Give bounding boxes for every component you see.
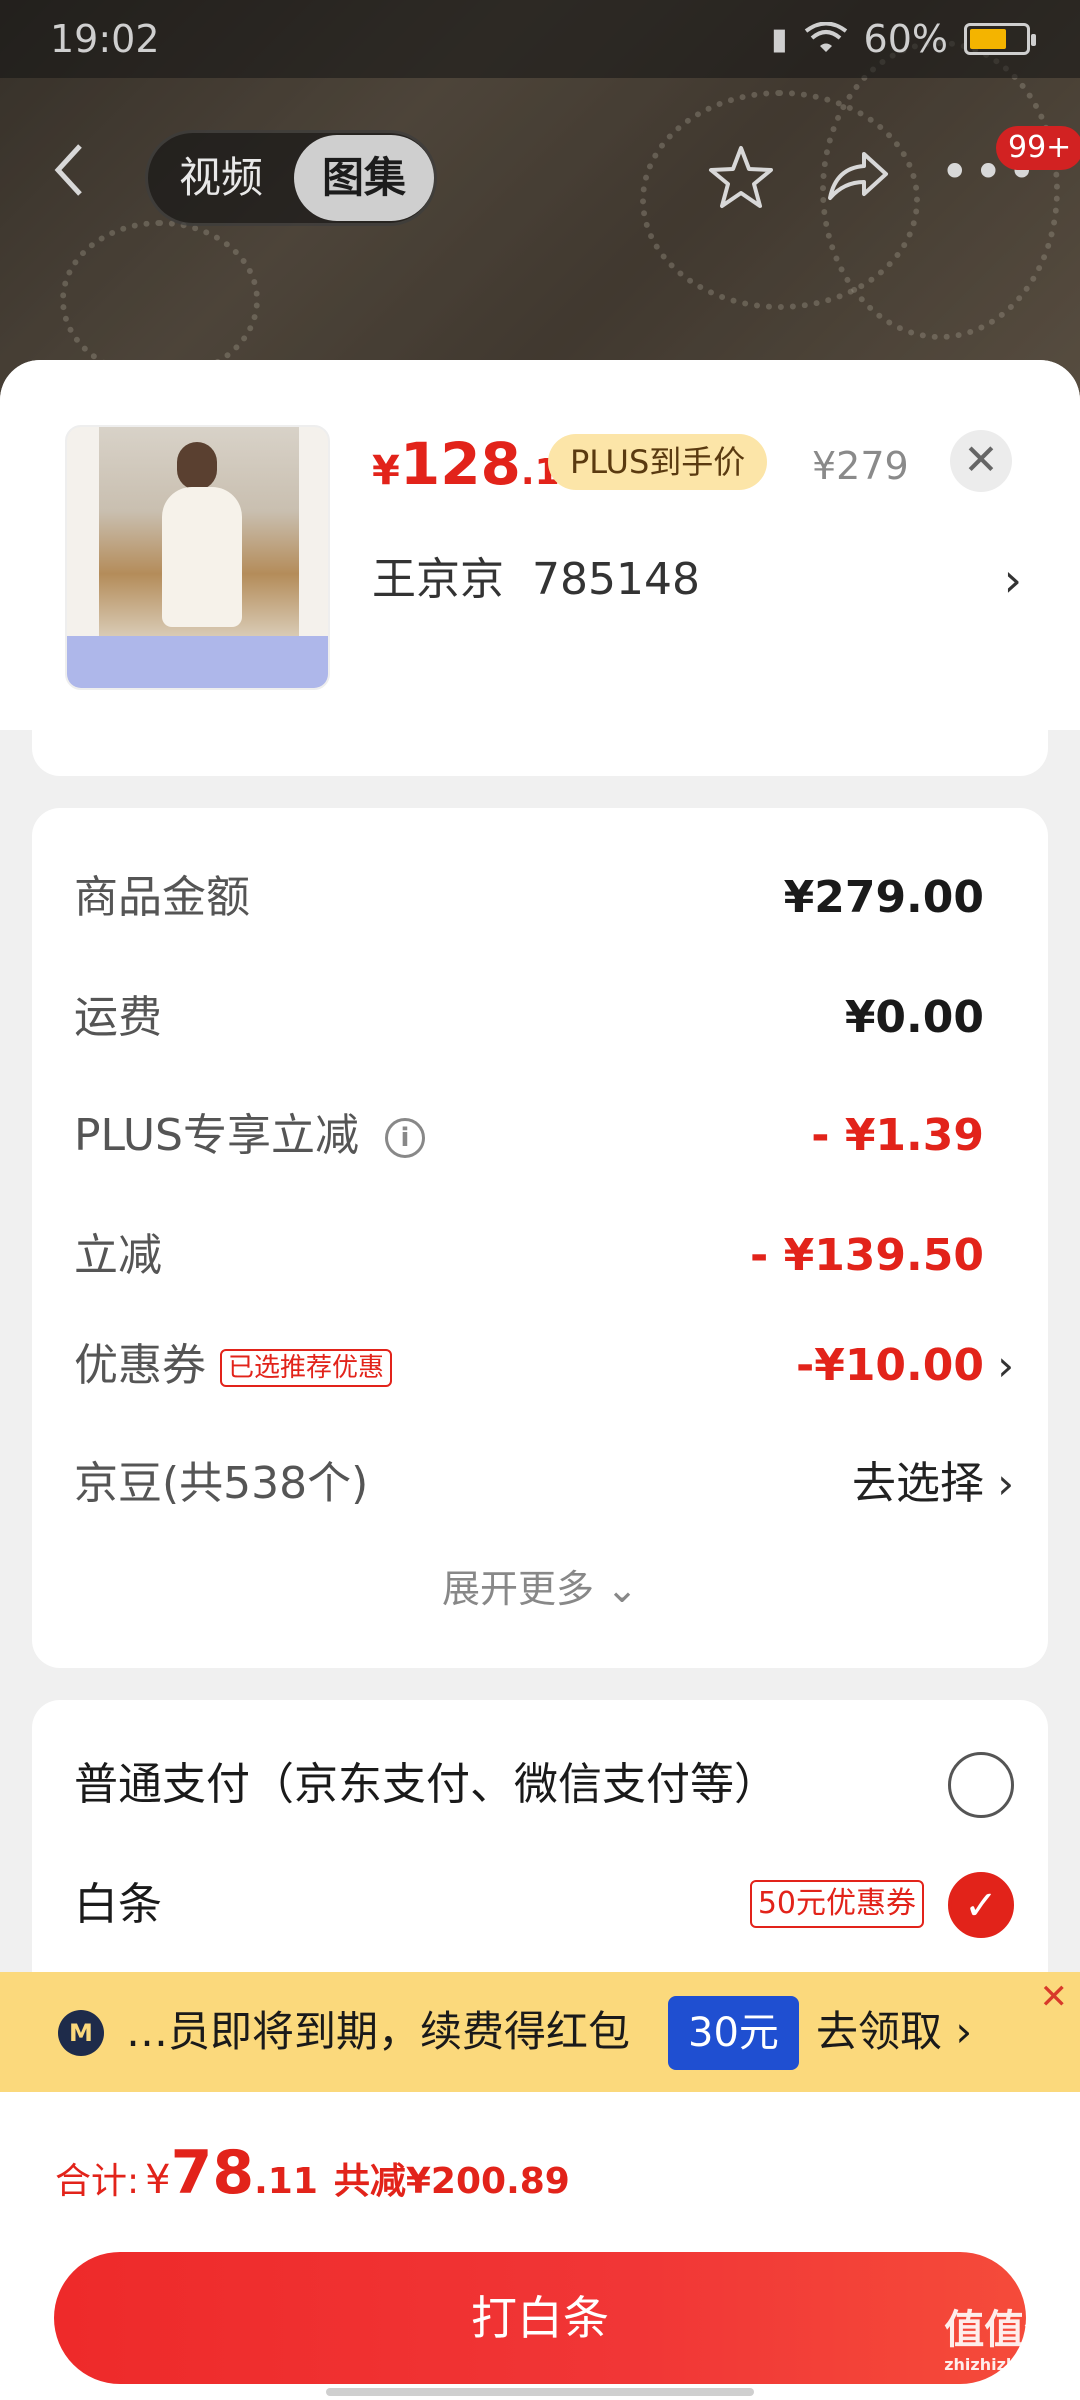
status-time: 19:02 [50, 17, 160, 61]
total-saved: 共减¥200.89 [333, 2161, 570, 2202]
promo-text: …员即将到期，续费得红包 [126, 2007, 631, 2056]
battery-percent: 60% [863, 17, 948, 61]
coupon-value: -¥10.00 [795, 1340, 984, 1391]
seller-name: 王京京 785148 [372, 554, 700, 605]
coupon-label: 优惠券 已选推荐优惠 [74, 1326, 393, 1406]
payment-method-card: 普通支付（京东支付、微信支付等） 白条 50元优惠券 ✓ [32, 1700, 1048, 1980]
watermark: 值值值 zhizhizhi.com [944, 2297, 1066, 2374]
message-badge: 99+ [996, 126, 1080, 170]
total-decimal: .11 [254, 2161, 318, 2202]
seller-row[interactable]: 王京京 785148 › [372, 540, 1022, 620]
promo-amount: 30元 [668, 1996, 799, 2070]
card-divider [32, 730, 1048, 776]
status-bar: 19:02 ▮ 60% [0, 0, 1080, 78]
status-icons: ▮ 60% [771, 17, 1036, 61]
radio-unchecked[interactable] [948, 1752, 1014, 1818]
chevron-left-icon [54, 144, 82, 196]
watermark-sub: zhizhizhi.com [944, 2355, 1066, 2374]
coupon-selected-tag: 已选推荐优惠 [220, 1349, 393, 1387]
tab-album[interactable]: 图集 [294, 135, 434, 221]
radio-checked[interactable]: ✓ [948, 1872, 1014, 1938]
row-goods-amount: 商品金额 ¥279.00 [74, 858, 984, 938]
watermark-main: 值值值 [944, 2307, 1065, 2353]
chevron-right-icon: › [997, 1459, 1014, 1508]
baitiao-coupon-tag: 50元优惠券 [749, 1880, 924, 1928]
row-shipping: 运费 ¥0.00 [74, 978, 984, 1058]
jingdou-value: 去选择 [852, 1458, 984, 1509]
back-button[interactable] [50, 140, 110, 210]
row-instant-discount: 立减 - ¥139.50 [74, 1216, 984, 1296]
star-icon [709, 146, 773, 208]
price-currency: ¥ [372, 448, 400, 494]
goods-amount-value: ¥279.00 [783, 872, 984, 923]
expand-more-button[interactable]: 展开更多 ⌄ [32, 1558, 1048, 1613]
row-coupon[interactable]: 优惠券 已选推荐优惠 -¥10.00 › [74, 1326, 1014, 1406]
price-integer: 128 [399, 430, 521, 498]
favorite-button[interactable] [706, 142, 776, 212]
tab-video[interactable]: 视频 [148, 133, 294, 223]
coupon-text: 优惠券 [74, 1340, 206, 1391]
total-label: 合计: [55, 2161, 140, 2202]
instant-discount-label: 立减 [74, 1230, 162, 1281]
promo-close-icon[interactable]: ✕ [1040, 1972, 1069, 2022]
chevron-right-icon: › [1003, 553, 1022, 607]
plus-discount-value: - ¥1.39 [811, 1110, 984, 1161]
total-integer: 78 [170, 2138, 255, 2208]
product-summary-card: ¥ 128 .11 PLUS到手价 ¥279 ✕ 王京京 785148 › [0, 360, 1080, 730]
chevron-right-icon: › [955, 2007, 973, 2056]
payment-option-label: 白条 [74, 1879, 162, 1930]
promo-action-label: 去领取 [816, 2007, 943, 2056]
plus-discount-label: PLUS专享立减 i [74, 1096, 425, 1176]
plus-logo-icon: M [58, 2010, 104, 2056]
close-button[interactable]: ✕ [950, 430, 1012, 492]
chevron-right-icon: › [997, 1341, 1014, 1390]
plus-price-tag: PLUS到手价 [548, 434, 768, 490]
info-icon[interactable]: i [385, 1118, 425, 1158]
payment-option-label: 普通支付（京东支付、微信支付等） [74, 1759, 778, 1810]
thumbnail-model [177, 442, 217, 490]
total-amount: 合计: ¥ 78 .11 共减¥200.89 [55, 2138, 570, 2208]
shipping-label: 运费 [74, 992, 162, 1043]
check-icon: ✓ [964, 1883, 998, 1929]
chevron-down-icon: ⌄ [606, 1567, 638, 1611]
share-button[interactable] [822, 142, 892, 212]
payment-option-baitiao[interactable]: 白条 50元优惠券 ✓ [74, 1860, 1014, 1950]
product-thumbnail[interactable] [65, 425, 330, 690]
expand-more-label: 展开更多 [442, 1567, 595, 1611]
jingdou-label: 京豆(共538个) [74, 1458, 369, 1509]
instant-discount-value: - ¥139.50 [750, 1230, 984, 1281]
battery-icon [964, 23, 1036, 55]
shipping-value: ¥0.00 [844, 992, 984, 1043]
payment-option-normal[interactable]: 普通支付（京东支付、微信支付等） [74, 1740, 1014, 1830]
goods-amount-label: 商品金额 [74, 872, 250, 923]
checkout-footer: 合计: ¥ 78 .11 共减¥200.89 打白条 值值值 zhizhizhi… [0, 2092, 1080, 2400]
thumbnail-promo-strip [67, 636, 328, 688]
order-details-card: 商品金额 ¥279.00 运费 ¥0.00 PLUS专享立减 i - ¥1.39 … [32, 808, 1048, 1668]
plus-discount-text: PLUS专享立减 [74, 1110, 359, 1161]
promo-action[interactable]: 去领取 › [816, 1972, 972, 2092]
row-jingdou[interactable]: 京豆(共538个) 去选择 › [74, 1444, 1014, 1524]
media-segmented-control: 视频 图集 [145, 130, 437, 226]
wifi-icon [804, 22, 847, 52]
close-icon: ✕ [963, 435, 999, 484]
pay-baitiao-button[interactable]: 打白条 [54, 2252, 1026, 2384]
total-currency: ¥ [145, 2157, 171, 2203]
row-plus-discount: PLUS专享立减 i - ¥1.39 [74, 1096, 984, 1176]
home-indicator[interactable] [326, 2388, 754, 2396]
thumbnail-dress [162, 487, 242, 627]
share-icon [828, 152, 888, 200]
original-price: ¥279 [812, 444, 909, 488]
top-nav: 视频 图集 ••• 99+ [0, 120, 1080, 230]
membership-promo-banner[interactable]: M …员即将到期，续费得红包 30元 去领取 › ✕ [0, 1972, 1080, 2092]
sim-icon: ▮ [771, 21, 788, 57]
